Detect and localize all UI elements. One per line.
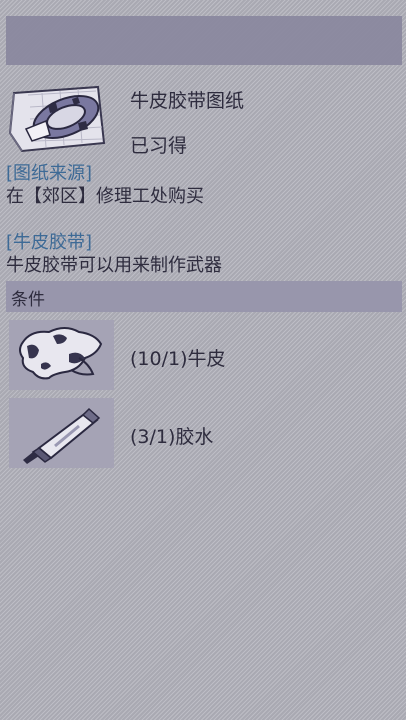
requirement-text-cowhide: (10/1)牛皮 [130, 348, 226, 370]
leather-tape-blueprint-icon [8, 83, 110, 155]
conditions-bar: 条件 [6, 281, 402, 312]
source-text: 在【郊区】修理工处购买 [6, 186, 204, 207]
learned-status: 已习得 [130, 135, 188, 157]
glue-tube-icon [9, 398, 114, 468]
top-bar [6, 16, 402, 65]
item-name: 牛皮胶带图纸 [130, 90, 245, 112]
conditions-label: 条件 [11, 290, 45, 310]
requirement-text-glue: (3/1)胶水 [130, 426, 214, 448]
cowhide-icon [9, 320, 114, 390]
description-text: 牛皮胶带可以用来制作武器 [6, 255, 222, 276]
